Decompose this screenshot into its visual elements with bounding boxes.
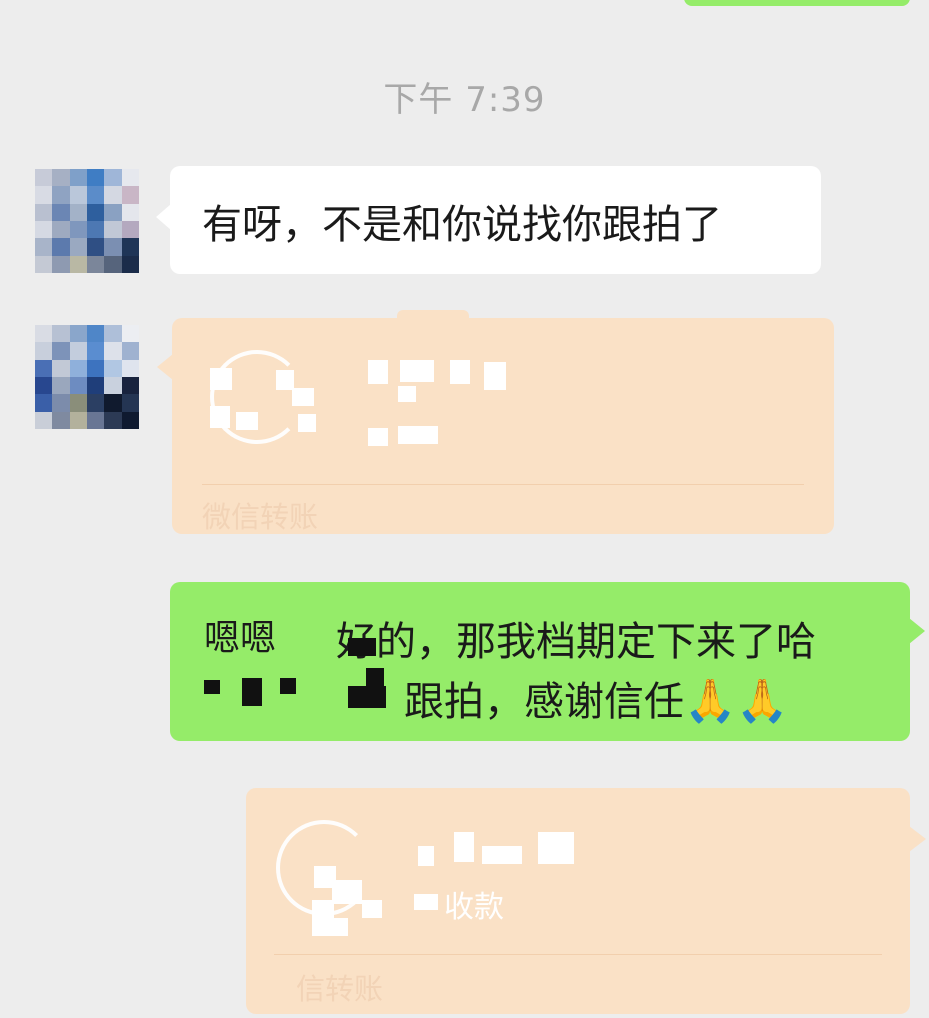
incoming-text-message[interactable]: 有呀，不是和你说找你跟拍了 [156,166,821,274]
contact-avatar[interactable] [35,169,139,273]
message-timestamp: 下午 7:39 [383,80,546,120]
outgoing-text-message[interactable]: 嗯嗯 好的，那我档期定下来了哈 跟拍，感谢信任🙏🙏 [170,582,925,741]
previous-message-bubble[interactable] [684,0,910,6]
transfer-label: 微信转账 [202,500,319,534]
incoming-transfer-card[interactable]: 微信转账 [157,310,834,534]
message-text-line1-prefix: 嗯嗯 [204,618,277,659]
message-text: 有呀，不是和你说找你跟拍了 [202,202,722,248]
redaction-mark [204,680,220,694]
redacted-amount [418,846,434,866]
redaction-mark [348,638,376,656]
transfer-label: 信转账 [296,972,384,1006]
redacted-amount [368,360,388,384]
redaction-mark [280,678,296,694]
transfer-status: 收款 [444,890,504,925]
redaction-mark [348,686,386,708]
redaction-mark [242,678,262,706]
outgoing-transfer-card[interactable]: 收款 信转账 [246,788,926,1014]
contact-avatar[interactable] [35,325,139,429]
folded-hands-emoji: 🙏🙏 [684,676,789,725]
message-text-line2: 跟拍，感谢信任🙏🙏 [404,676,789,725]
message-text-line1: 好的，那我档期定下来了哈 [336,619,816,665]
redaction-mark [366,668,384,688]
